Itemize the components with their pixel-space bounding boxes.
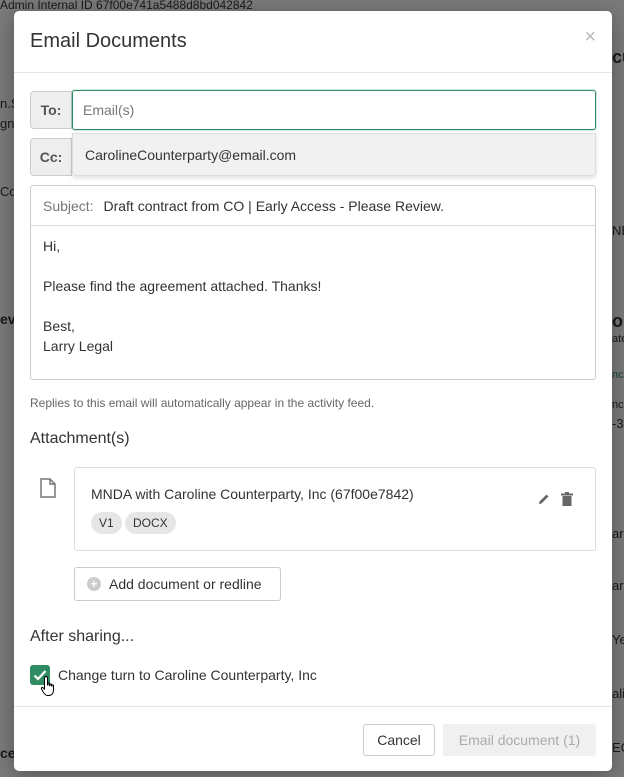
email-body-textarea[interactable]: Hi, Please find the agreement attached. …	[31, 226, 595, 366]
hand-cursor-icon	[40, 675, 54, 696]
after-sharing-title: After sharing...	[30, 628, 135, 645]
pencil-icon[interactable]	[537, 492, 551, 506]
change-turn-label[interactable]: Change turn to Caroline Counterparty, In…	[58, 667, 317, 683]
modal-header: Email Documents ×	[14, 11, 612, 73]
add-document-button[interactable]: + Add document or redline	[74, 567, 281, 601]
body-line: Hi,	[43, 238, 61, 254]
cancel-button[interactable]: Cancel	[363, 724, 435, 756]
email-documents-modal: Email Documents × To: Cc: CarolineCounte…	[14, 11, 612, 771]
subject-field[interactable]: Subject: Draft contract from CO | Early …	[31, 186, 595, 226]
to-label: To:	[30, 91, 72, 129]
body-line	[43, 256, 583, 276]
compose-box: Subject: Draft contract from CO | Early …	[30, 185, 596, 380]
body-line: Please find the agreement attached. Than…	[43, 278, 322, 294]
modal-footer: Cancel Email document (1)	[14, 706, 612, 771]
to-row: To:	[30, 90, 596, 130]
attachment-name: MNDA with Caroline Counterparty, Inc (67…	[91, 486, 414, 502]
subject-label: Subject:	[43, 198, 94, 214]
modal-title: Email Documents	[30, 30, 187, 52]
email-document-button[interactable]: Email document (1)	[443, 724, 596, 756]
cc-label: Cc:	[30, 138, 72, 176]
close-button[interactable]: ×	[584, 26, 596, 49]
help-text: Replies to this email will automatically…	[30, 396, 375, 410]
body-line: Larry Legal	[43, 338, 114, 354]
format-tag: DOCX	[125, 512, 176, 534]
trash-icon[interactable]	[561, 492, 573, 506]
to-email-input[interactable]	[72, 90, 596, 130]
add-document-label: Add document or redline	[109, 576, 262, 592]
plus-circle-icon: +	[87, 577, 101, 591]
body-line	[43, 296, 583, 316]
version-tag: V1	[91, 512, 122, 534]
attachment-card: MNDA with Caroline Counterparty, Inc (67…	[74, 467, 596, 551]
body-line: Best,	[43, 318, 75, 334]
subject-value: Draft contract from CO | Early Access - …	[103, 198, 445, 214]
email-suggestion-item[interactable]: CarolineCounterparty@email.com	[72, 133, 596, 176]
attachments-title: Attachment(s)	[30, 430, 130, 447]
file-icon	[40, 478, 56, 498]
